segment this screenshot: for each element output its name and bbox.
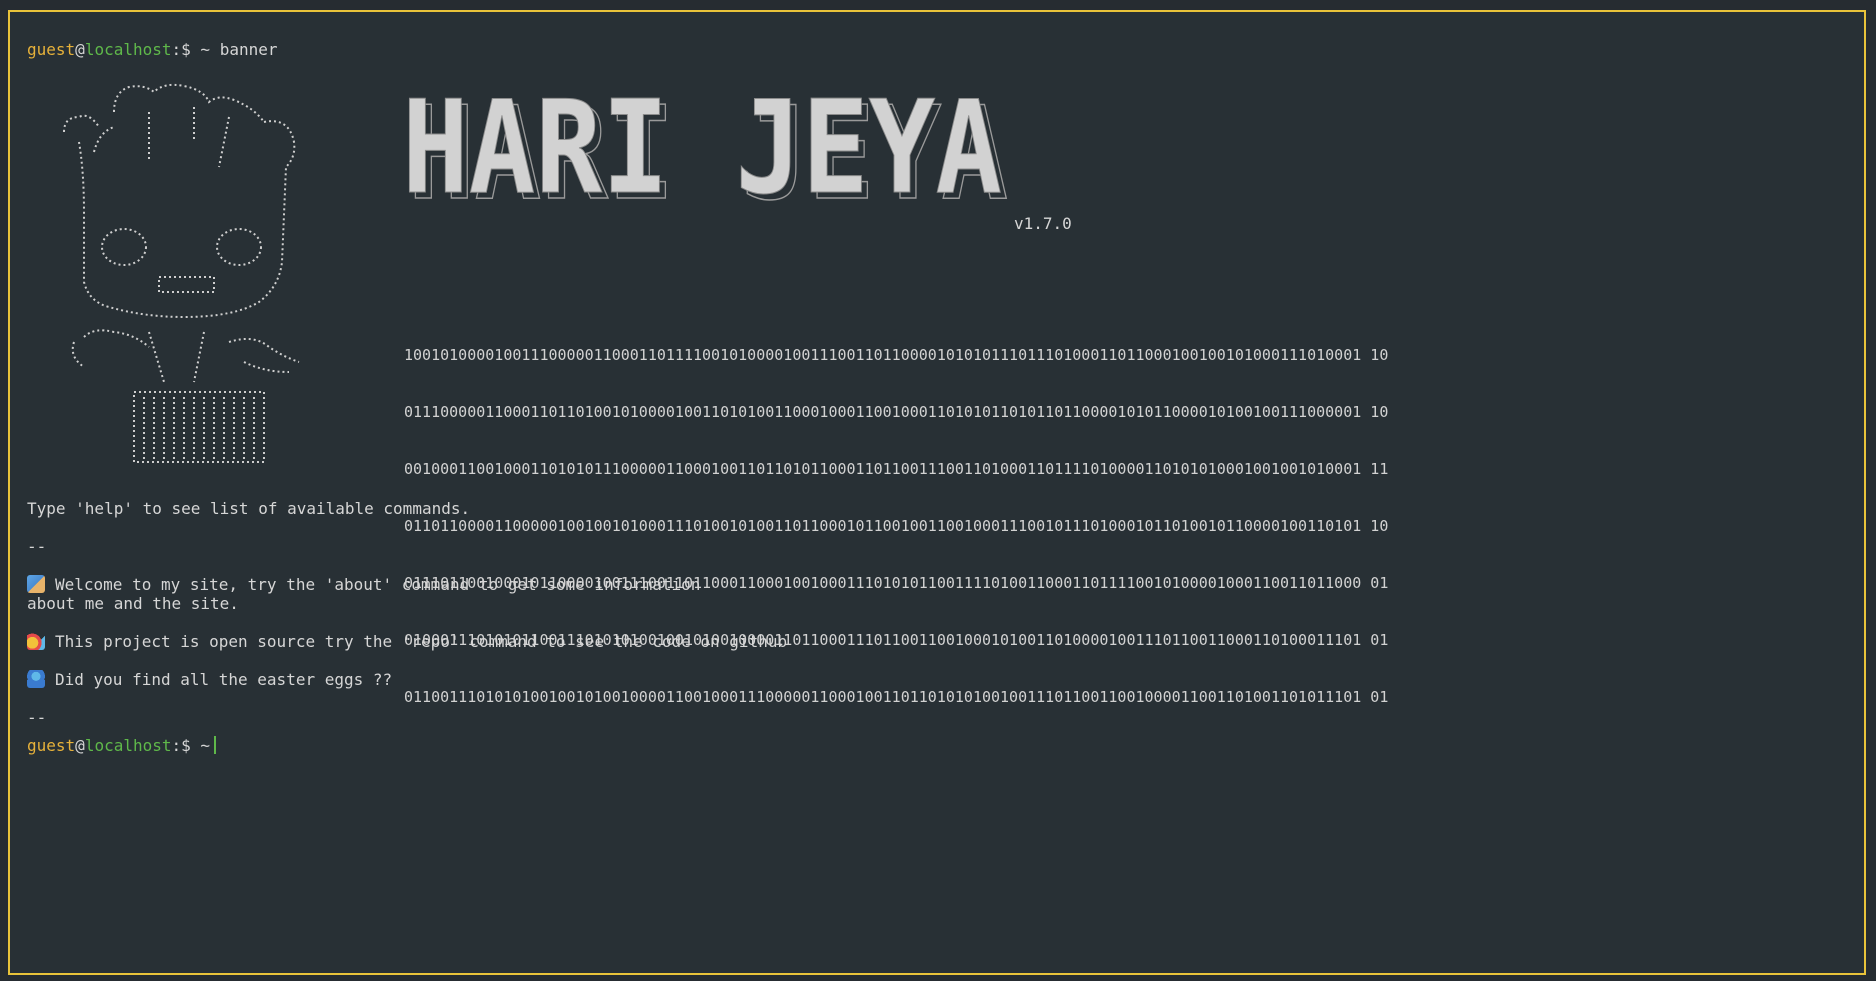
- separator-top: --: [27, 537, 47, 556]
- easter-eggs-line: Did you find all the easter eggs ??: [27, 670, 392, 689]
- prompt-path: :$ ~: [171, 736, 211, 755]
- hari-jeya-logo: HARI JEYA HARI JEYA: [402, 94, 1009, 214]
- prompt-path: :$ ~: [171, 40, 211, 59]
- welcome-line: Welcome to my site, try the 'about' comm…: [27, 575, 700, 594]
- text-cursor[interactable]: [214, 736, 217, 754]
- logo-text: HARI JEYA: [402, 94, 1002, 214]
- binary-line: 0111000001100011011010010100001001101010…: [404, 403, 1389, 421]
- technologist-emoji-icon: [27, 575, 45, 593]
- version-label: v1.7.0: [1014, 214, 1072, 233]
- open-source-text: This project is open source try the 'rep…: [55, 632, 788, 651]
- terminal-window[interactable]: guest@localhost:$ ~ banner HARI JEYA HAR…: [8, 10, 1866, 975]
- active-prompt-line[interactable]: guest@localhost:$ ~: [27, 736, 217, 755]
- prompt-line-banner: guest@localhost:$ ~ banner: [27, 40, 277, 59]
- prompt-at: @: [75, 40, 85, 59]
- welcome-text: Welcome to my site, try the 'about' comm…: [55, 575, 701, 594]
- binary-line: 0110011101010100100101001000011001000111…: [404, 688, 1389, 706]
- prompt-user: guest: [27, 40, 76, 59]
- binary-line: 0010001100100011010101110000011000100110…: [404, 460, 1389, 478]
- prompt-host: localhost: [84, 40, 172, 59]
- welcome-line-2: about me and the site.: [27, 594, 239, 613]
- prompt-host: localhost: [84, 736, 172, 755]
- prompt-user: guest: [27, 736, 76, 755]
- open-source-line: This project is open source try the 'rep…: [27, 632, 787, 651]
- binary-line: 1001010000100111000001100011011110010100…: [404, 346, 1389, 364]
- genie-emoji-icon: [27, 670, 45, 688]
- binary-line: 0110110000110000010010010100011101001010…: [404, 517, 1389, 535]
- ascii-art-character-icon: [63, 83, 300, 463]
- separator-bottom: --: [27, 708, 47, 727]
- easter-eggs-text: Did you find all the easter eggs ??: [55, 670, 393, 689]
- party-popper-emoji-icon: [27, 632, 45, 650]
- prompt-at: @: [75, 736, 85, 755]
- binary-block: 1001010000100111000001100011011110010100…: [404, 308, 1388, 745]
- help-hint: Type 'help' to see list of available com…: [27, 499, 471, 518]
- command-text: banner: [219, 40, 278, 59]
